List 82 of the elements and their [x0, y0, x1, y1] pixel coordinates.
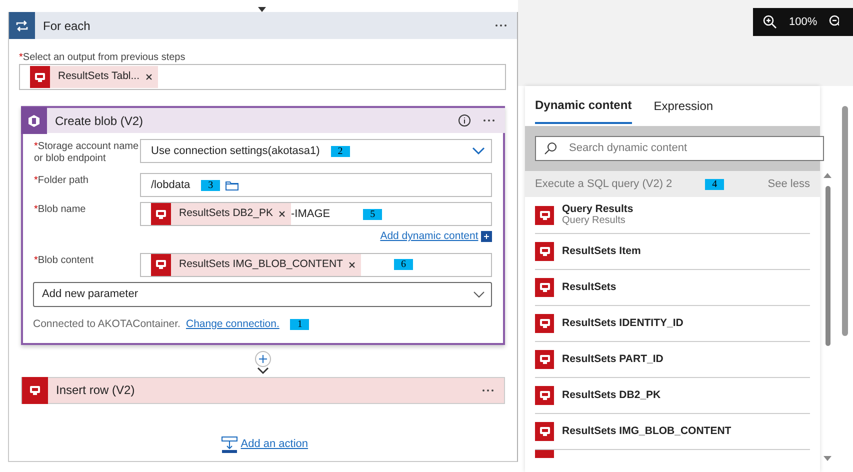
close-icon[interactable] [278, 211, 285, 217]
input-field[interactable]: ResultSets DB2_PK -IMAGE 5 [140, 202, 492, 226]
dynamic-content-item[interactable]: ResultSets Item [535, 234, 810, 270]
zoom-in-icon[interactable] [763, 15, 777, 29]
more-options-icon[interactable] [483, 119, 495, 122]
loop-icon [15, 20, 29, 32]
zoom-level: 100% [789, 14, 818, 30]
monitor-icon [538, 390, 550, 401]
dynamic-content-item[interactable]: ResultSets IMG_BLOB_CONTENT [535, 414, 810, 450]
monitor-icon [538, 426, 550, 437]
monitor-icon [155, 259, 167, 270]
item-title: ResultSets Item [562, 245, 641, 258]
panel-tab[interactable]: Dynamic content [535, 88, 632, 124]
item-title: ResultSets PART_ID [562, 353, 664, 366]
input-field[interactable]: /lobdata 3 [140, 173, 492, 197]
panel-tab[interactable]: Expression [654, 88, 714, 124]
item-title: ResultSets DB2_PK [562, 389, 661, 402]
field-value: -IMAGE [290, 206, 330, 222]
item-title: ResultSets IMG_BLOB_CONTENT [562, 425, 732, 438]
connection-text: Connected to AKOTAContainer. [33, 316, 180, 332]
search-icon [544, 142, 557, 155]
more-options-icon[interactable] [482, 388, 494, 392]
monitor-icon [155, 208, 167, 220]
annotation-marker: 1 [290, 319, 310, 330]
item-title: ResultSets IDENTITY_ID [562, 317, 684, 330]
chevron-down-icon [473, 290, 485, 298]
change-connection-link[interactable]: Change connection. [186, 316, 280, 332]
dynamic-content-item[interactable]: ResultSets PART_ID [535, 342, 810, 378]
annotation-marker: 4 [705, 178, 724, 190]
token-chip[interactable]: ResultSets DB2_PK [151, 203, 291, 225]
field-label: *Folder path [34, 175, 90, 187]
token-chip[interactable]: ResultSets IMG_BLOB_CONTENT [151, 254, 361, 276]
step-title: For each [43, 18, 90, 34]
close-icon[interactable] [146, 74, 152, 80]
monitor-icon [29, 384, 41, 396]
monitor-icon [538, 246, 550, 257]
arrow-head-icon [258, 7, 266, 12]
step-title: Create blob (V2) [55, 112, 144, 130]
dynamic-content-item[interactable]: ResultSets IDENTITY_ID [535, 306, 810, 342]
input-field[interactable]: ResultSets IMG_BLOB_CONTENT 6 [140, 252, 492, 277]
folder-icon[interactable] [225, 180, 240, 190]
section-title: Execute a SQL query (V2) 2 [535, 176, 672, 192]
item-icon [535, 450, 554, 458]
field-label: *Blob content [34, 254, 95, 267]
output-field[interactable]: ResultSets Tabl... [19, 64, 506, 90]
monitor-icon [538, 318, 550, 329]
dynamic-content-item[interactable]: ResultSets [535, 270, 810, 306]
annotation-marker: 5 [363, 208, 382, 220]
add-action-icon[interactable] [221, 436, 238, 452]
close-icon[interactable] [348, 262, 355, 268]
dropdown-field[interactable]: Use connection settings(akotasa1) 2 [140, 139, 492, 163]
annotation-marker: 6 [394, 259, 413, 270]
token-chip[interactable]: ResultSets Tabl... [30, 66, 158, 88]
item-title: Query Results [562, 202, 634, 216]
monitor-icon [538, 282, 550, 293]
monitor-icon [538, 354, 550, 365]
add-parameter-dropdown[interactable]: Add new parameter [33, 282, 492, 307]
monitor-icon [34, 72, 46, 82]
field-label: *Select an output from previous steps [19, 52, 186, 64]
search-box[interactable]: Search dynamic content [535, 136, 824, 161]
dropdown-text: Add new parameter [42, 287, 138, 302]
field-label: *Blob name [34, 204, 87, 216]
add-action-link[interactable]: Add an action [240, 436, 308, 452]
step-title: Insert row (V2) [56, 382, 135, 399]
monitor-icon [538, 210, 550, 220]
field-value: Use connection settings(akotasa1) [151, 144, 320, 159]
annotation-marker: 2 [330, 146, 350, 156]
item-title: ResultSets [562, 281, 616, 294]
item-subtitle: Query Results [562, 215, 626, 228]
annotation-marker: 3 [201, 180, 220, 190]
chevron-down-icon[interactable] [472, 147, 485, 155]
field-label: *Storage account name or blob endpoint [34, 141, 140, 165]
more-options-icon[interactable] [495, 24, 507, 27]
field-value: /lobdata [151, 178, 190, 193]
dynamic-content-item[interactable]: ResultSets DB2_PK [535, 378, 810, 414]
dynamic-content-item[interactable]: Query Results Query Results [535, 197, 810, 234]
add-icon[interactable] [481, 231, 492, 242]
see-less-link[interactable]: See less [768, 176, 810, 192]
storage-icon [27, 114, 41, 128]
info-icon[interactable] [458, 114, 471, 127]
add-dynamic-content-link[interactable]: Add dynamic content [380, 229, 478, 245]
add-step-icon[interactable] [254, 350, 272, 374]
